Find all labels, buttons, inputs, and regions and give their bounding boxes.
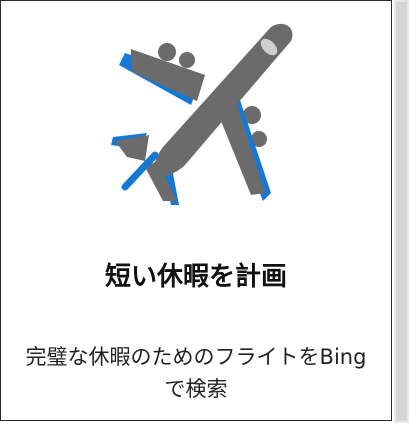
card-description: 完璧な休暇のためのフライトをBingで検索 — [25, 345, 367, 401]
scrollbar-thumb[interactable] — [396, 2, 407, 421]
airplane-icon — [111, 23, 293, 205]
card-title: 短い休暇を計画 — [104, 262, 287, 292]
trip-suggestion-card[interactable]: 短い休暇を計画 完璧な休暇のためのフライトをBingで検索 — [0, 0, 392, 421]
